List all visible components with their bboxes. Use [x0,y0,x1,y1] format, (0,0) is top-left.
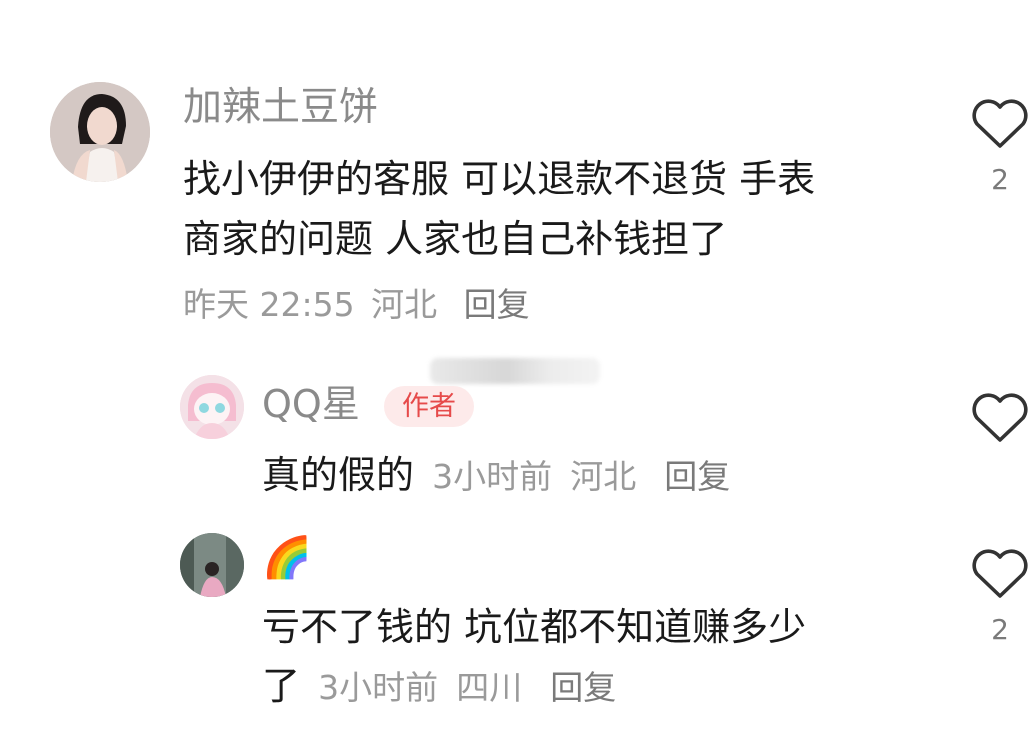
comment-text: 了 3小时前 四川 回复 [262,667,616,705]
reply-button[interactable]: 回复 [550,668,616,707]
comment-time: 3小时前 [432,457,553,496]
heart-outline-icon [972,549,1028,598]
heart-outline-icon [972,99,1028,148]
comment-username[interactable]: QQ星 [262,385,360,423]
like-button[interactable]: 2 [968,548,1030,644]
heart-outline-icon [972,393,1028,442]
comment-username[interactable]: 加辣土豆饼 [183,88,378,127]
comment-text-line: 了 [262,664,301,708]
comment-text-line: 找小伊伊的客服 可以退款不退货 手表 [183,157,816,201]
comment-time: 昨天 22:55 [183,285,355,324]
comment-location: 河北 [570,457,637,496]
comment-text: 真的假的 3小时前 河北 回复 [262,456,730,494]
comment-body: 真的假的 [262,453,415,497]
author-badge: 作者 [384,386,474,427]
like-count: 2 [991,613,1009,646]
blurred-overlay [430,358,600,384]
reply-button[interactable]: 回复 [664,457,730,496]
avatar[interactable] [180,533,244,597]
avatar-illustration [50,82,150,182]
comment-location: 四川 [456,668,523,707]
avatar-illustration [180,375,244,439]
comment-username[interactable]: 🌈 [262,538,312,578]
comment-location: 河北 [371,285,438,324]
comment-text-line: 亏不了钱的 坑位都不知道赚多少 [262,605,807,649]
avatar[interactable] [180,375,244,439]
comment-text-line: 商家的问题 人家也自己补钱担了 [183,217,728,261]
like-button[interactable] [968,392,1030,444]
comment-time: 3小时前 [318,668,439,707]
comment-meta: 昨天 22:55 河北 回复 [183,288,530,321]
like-button[interactable]: 2 [968,98,1030,194]
reply-button[interactable]: 回复 [464,285,530,324]
like-count: 2 [991,163,1009,196]
avatar[interactable] [50,82,150,182]
avatar-illustration [180,533,244,597]
